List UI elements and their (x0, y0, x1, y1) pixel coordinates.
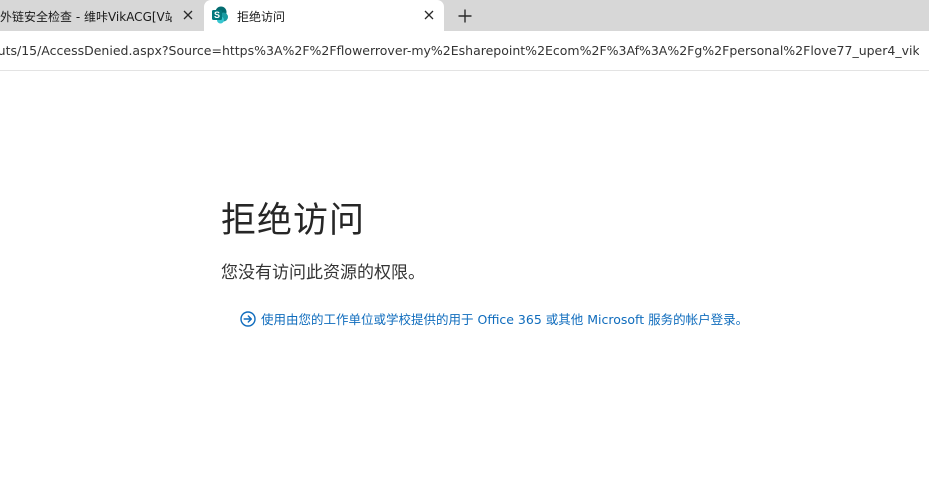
svg-text:S: S (214, 10, 220, 20)
arrow-circle-icon (240, 310, 256, 327)
page-content: 拒绝访问 您没有访问此资源的权限。 使用由您的工作单位或学校提供的用于 Offi… (0, 71, 929, 487)
tab-vikacg[interactable]: 外链安全检查 - 维咔VikACG[V站] (0, 0, 204, 31)
signin-link[interactable]: 使用由您的工作单位或学校提供的用于 Office 365 或其他 Microso… (240, 309, 748, 328)
tab-access-denied[interactable]: S 拒绝访问 (204, 0, 444, 31)
address-bar[interactable]: outs/15/AccessDenied.aspx?Source=https%3… (0, 31, 929, 71)
signin-link-text[interactable]: 使用由您的工作单位或学校提供的用于 Office 365 或其他 Microso… (261, 309, 748, 328)
close-icon[interactable] (181, 8, 195, 22)
tab-title: 拒绝访问 (237, 10, 286, 24)
sharepoint-icon: S (211, 6, 229, 24)
page-title: 拒绝访问 (221, 201, 366, 241)
plus-icon (458, 9, 472, 23)
error-message: 您没有访问此资源的权限。 (221, 263, 425, 283)
new-tab-button[interactable] (455, 6, 475, 26)
url-text[interactable]: outs/15/AccessDenied.aspx?Source=https%3… (0, 43, 919, 58)
tab-title: 外链安全检查 - 维咔VikACG[V站] (0, 10, 172, 24)
close-icon[interactable] (422, 8, 436, 22)
tab-bar: 外链安全检查 - 维咔VikACG[V站] S 拒绝访问 (0, 0, 929, 31)
